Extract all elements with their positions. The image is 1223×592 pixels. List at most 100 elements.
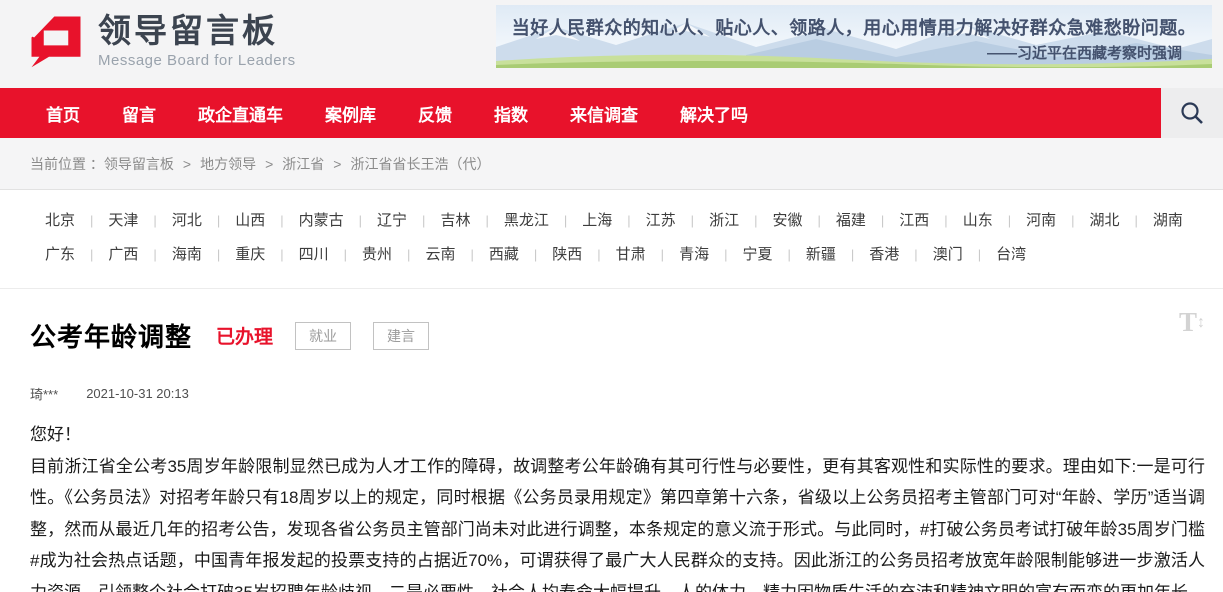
- region-separator: |: [564, 213, 567, 228]
- breadcrumb-separator: >: [333, 156, 341, 172]
- region-link[interactable]: 湖北: [1090, 212, 1120, 229]
- breadcrumb-items: >领导留言板>地方领导>浙江省>浙江省省长王浩（代）: [104, 154, 491, 174]
- tag-badge[interactable]: 建言: [373, 322, 429, 350]
- site-logo[interactable]: 领导留言板 Message Board for Leaders: [28, 12, 296, 70]
- nav-item[interactable]: 指数: [494, 101, 528, 126]
- region-link[interactable]: 黑龙江: [504, 212, 549, 229]
- region-link[interactable]: 陕西: [552, 246, 582, 263]
- region-nav: | 北京 | 天津 | 河北 | 山西 | 内蒙古 | 辽宁 | 吉林 | 黑龙江 | 上海 | 江苏 | 浙江 | 安徽 | 福…: [0, 190, 1223, 289]
- search-button[interactable]: [1161, 88, 1223, 138]
- font-size-arrows-icon: ↕: [1197, 315, 1205, 331]
- nav-item[interactable]: 政企直通车: [198, 101, 283, 126]
- region-link[interactable]: 河南: [1026, 212, 1056, 229]
- status-badge: 已办理: [216, 322, 273, 349]
- logo-title: 领导留言板: [98, 13, 296, 49]
- region-link[interactable]: 山西: [235, 212, 265, 229]
- region-link[interactable]: 北京: [45, 212, 75, 229]
- nav-item[interactable]: 留言: [122, 101, 156, 126]
- post-body: 您好！ 目前浙江省全公考35周岁年龄限制显然已成为人才工作的障碍，故调整考公年龄…: [30, 419, 1205, 592]
- tag-badge[interactable]: 就业: [295, 322, 351, 350]
- site-header: 领导留言板 Message Board for Leaders: [0, 0, 1223, 88]
- post-content: 目前浙江省全公考35周岁年龄限制显然已成为人才工作的障碍，故调整考公年龄确有其可…: [30, 451, 1205, 592]
- region-link[interactable]: 甘肃: [616, 246, 646, 263]
- logo-icon: [28, 12, 84, 70]
- region-link[interactable]: 福建: [836, 212, 866, 229]
- region-link[interactable]: 四川: [299, 246, 329, 263]
- post-meta: 琦*** 2021-10-31 20:13: [30, 384, 1205, 403]
- region-separator: |: [470, 247, 473, 262]
- region-link[interactable]: 天津: [108, 212, 138, 229]
- breadcrumb-link[interactable]: 领导留言板: [104, 156, 174, 172]
- nav-items: 首页 留言 政企直通车 案例库 反馈 指数 来信调查 解决了吗: [46, 101, 790, 126]
- nav-item[interactable]: 解决了吗: [680, 101, 748, 126]
- post-header: 公考年龄调整 已办理 就业建言 T ↕: [30, 317, 1205, 354]
- breadcrumb: 当前位置 ： >领导留言板>地方领导>浙江省>浙江省省长王浩（代）: [0, 138, 1223, 190]
- region-separator: |: [422, 213, 425, 228]
- region-link[interactable]: 宁夏: [742, 246, 772, 263]
- region-link[interactable]: 吉林: [440, 212, 470, 229]
- page: 领导留言板 Message Board for Leaders: [0, 0, 1223, 592]
- nav-item[interactable]: 来信调查: [570, 101, 638, 126]
- region-link[interactable]: 上海: [582, 212, 612, 229]
- region-separator: |: [534, 247, 537, 262]
- region-link[interactable]: 江苏: [646, 212, 676, 229]
- region-separator: |: [344, 247, 347, 262]
- region-link[interactable]: 河北: [172, 212, 202, 229]
- post-title: 公考年龄调整: [30, 317, 192, 354]
- banner-slogan: 当好人民群众的知心人、贴心人、领路人，用心用情用力解决好群众急难愁盼问题。: [496, 14, 1212, 40]
- region-link[interactable]: 内蒙古: [299, 212, 344, 229]
- nav-item[interactable]: 案例库: [325, 101, 376, 126]
- breadcrumb-separator: >: [265, 156, 273, 172]
- region-row-2: |广东|广西|海南|重庆|四川|贵州|云南|西藏|陕西|甘肃|青海|宁夏|新疆|…: [45, 238, 1223, 272]
- post-timestamp: 2021-10-31 20:13: [86, 386, 189, 401]
- region-separator: |: [787, 247, 790, 262]
- region-link[interactable]: 澳门: [933, 246, 963, 263]
- region-link[interactable]: 安徽: [772, 212, 802, 229]
- region-separator: |: [280, 247, 283, 262]
- region-separator: |: [661, 247, 664, 262]
- region-link[interactable]: 新疆: [806, 246, 836, 263]
- region-link[interactable]: 重庆: [235, 246, 265, 263]
- region-link[interactable]: 山东: [963, 212, 993, 229]
- region-separator: |: [407, 247, 410, 262]
- font-size-icon: T: [1179, 309, 1197, 336]
- breadcrumb-link[interactable]: 浙江省: [282, 156, 324, 172]
- breadcrumb-link[interactable]: 地方领导: [200, 156, 256, 172]
- region-separator: |: [914, 247, 917, 262]
- region-separator: |: [754, 213, 757, 228]
- region-separator: |: [1008, 213, 1011, 228]
- region-link[interactable]: 云南: [425, 246, 455, 263]
- breadcrumb-separator: >: [183, 156, 191, 172]
- region-separator: |: [597, 247, 600, 262]
- breadcrumb-link[interactable]: 浙江省省长王浩（代）: [350, 156, 490, 172]
- region-link[interactable]: 湖南: [1153, 212, 1183, 229]
- region-link[interactable]: 广东: [45, 246, 75, 263]
- region-separator: |: [90, 213, 93, 228]
- region-separator: |: [217, 247, 220, 262]
- slogan-banner: 当好人民群众的知心人、贴心人、领路人，用心用情用力解决好群众急难愁盼问题。 ——…: [496, 5, 1212, 68]
- region-separator: |: [90, 247, 93, 262]
- region-separator: |: [485, 213, 488, 228]
- logo-text: 领导留言板 Message Board for Leaders: [98, 13, 296, 68]
- region-link[interactable]: 贵州: [362, 246, 392, 263]
- region-link[interactable]: 台湾: [996, 246, 1026, 263]
- region-link[interactable]: 广西: [108, 246, 138, 263]
- nav-item[interactable]: 首页: [46, 101, 80, 126]
- region-separator: |: [359, 213, 362, 228]
- region-link[interactable]: 海南: [172, 246, 202, 263]
- region-separator: |: [280, 213, 283, 228]
- region-link[interactable]: 西藏: [489, 246, 519, 263]
- region-separator: |: [153, 213, 156, 228]
- main-nav: 首页 留言 政企直通车 案例库 反馈 指数 来信调查 解决了吗: [0, 88, 1223, 138]
- region-link[interactable]: 辽宁: [377, 212, 407, 229]
- region-link[interactable]: 江西: [899, 212, 929, 229]
- region-link[interactable]: 香港: [869, 246, 899, 263]
- logo-subtitle: Message Board for Leaders: [98, 52, 296, 69]
- region-separator: |: [724, 247, 727, 262]
- nav-item[interactable]: 反馈: [418, 101, 452, 126]
- banner-attribution: ——习近平在西藏考察时强调: [987, 42, 1182, 63]
- font-size-button[interactable]: T ↕: [1179, 309, 1205, 336]
- region-separator: |: [691, 213, 694, 228]
- region-link[interactable]: 青海: [679, 246, 709, 263]
- region-link[interactable]: 浙江: [709, 212, 739, 229]
